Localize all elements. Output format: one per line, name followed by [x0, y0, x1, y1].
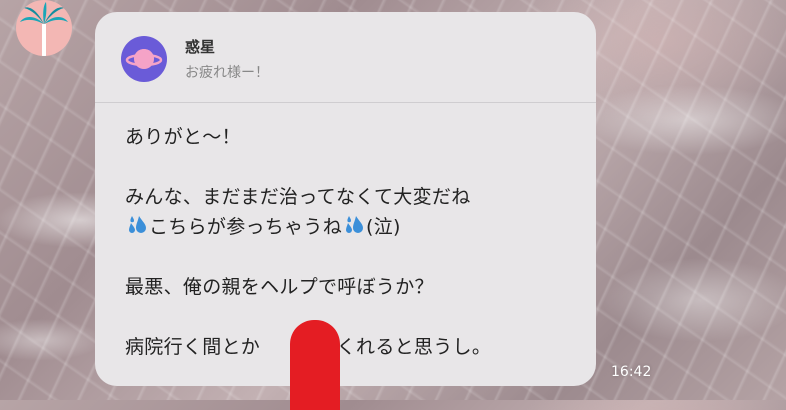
- redaction-mark: [290, 320, 340, 410]
- quoted-sender-name: 惑星: [185, 38, 216, 56]
- message-timestamp: 16:42: [611, 364, 652, 380]
- palm-tree-icon: [20, 2, 68, 56]
- contact-avatar[interactable]: [16, 0, 72, 56]
- quoted-preview-text: お疲れ様ー！: [185, 65, 269, 81]
- message-fragment: こちらが参っちゃうね: [149, 216, 343, 238]
- message-line: こちらが参っちゃうね (泣): [125, 212, 576, 242]
- message-line: みんな、まだまだ治ってなくて大変だね: [125, 186, 471, 208]
- quoted-message[interactable]: 惑星 お疲れ様ー！: [95, 12, 596, 103]
- planet-icon: [125, 49, 163, 69]
- message-line: 病院行く間とか 見てくれると思うし。: [125, 336, 492, 358]
- message-line: 最悪、俺の親をヘルプで呼ぼうか？: [125, 276, 434, 298]
- message-bubble[interactable]: 惑星 お疲れ様ー！ ありがと〜！ みんな、まだまだ治ってなくて大変だね こちらが…: [95, 12, 596, 386]
- sweat-droplets-icon: [129, 216, 146, 233]
- message-line: ありがと〜！: [125, 126, 241, 148]
- message-fragment: (泣): [366, 216, 401, 238]
- message-text: ありがと〜！ みんな、まだまだ治ってなくて大変だね こちらが参っちゃうね (泣)…: [125, 122, 576, 362]
- sweat-droplets-icon: [346, 216, 364, 233]
- planet-avatar: [121, 36, 167, 82]
